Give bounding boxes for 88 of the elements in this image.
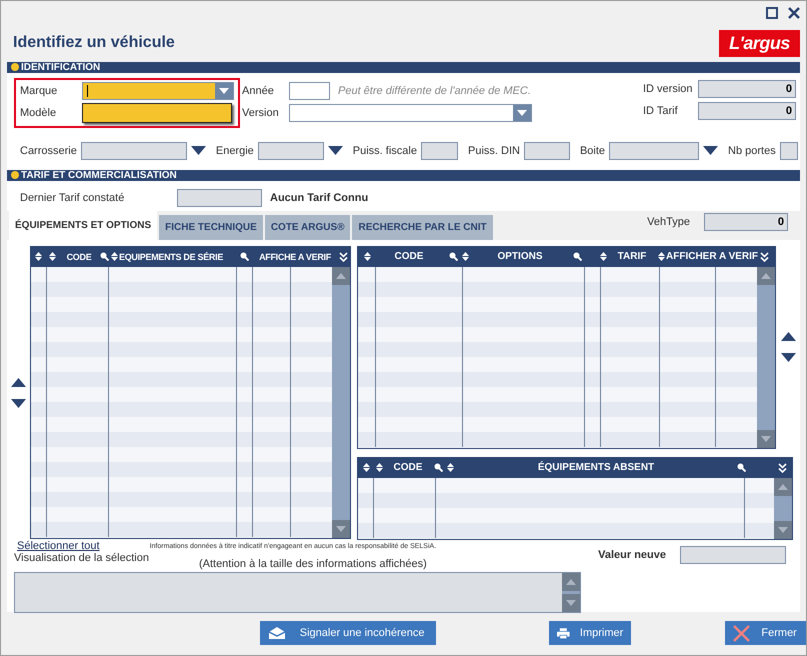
selection-text-area[interactable] bbox=[14, 572, 581, 613]
field-label: Carrosserie bbox=[20, 144, 77, 157]
sort-icon[interactable] bbox=[111, 252, 118, 262]
search-icon[interactable] bbox=[434, 463, 442, 472]
field-label: Valeur neuve bbox=[598, 548, 666, 561]
sort-icon[interactable] bbox=[48, 252, 56, 262]
caret-icon[interactable] bbox=[190, 146, 206, 156]
field-label: Année bbox=[242, 84, 275, 97]
sort-icon[interactable] bbox=[376, 463, 382, 472]
tab[interactable]: ÉQUIPEMENTS ET OPTIONS bbox=[9, 210, 158, 240]
marque-combo[interactable] bbox=[82, 82, 234, 100]
section-title: TARIF ET COMMERCIALISATION bbox=[21, 170, 177, 181]
dot-icon bbox=[11, 63, 19, 72]
field-label: Visualisation de la sélection bbox=[14, 552, 149, 566]
search-icon[interactable] bbox=[240, 252, 249, 262]
sort-icon[interactable] bbox=[364, 252, 370, 262]
input-field[interactable] bbox=[524, 142, 570, 160]
tab[interactable]: COTE ARGUS® bbox=[264, 214, 350, 240]
input-field[interactable] bbox=[780, 142, 798, 160]
column-header[interactable]: AFFICHE A VERIF bbox=[253, 252, 337, 262]
dropdown-field[interactable] bbox=[609, 142, 700, 160]
tab[interactable]: FICHE TECHNIQUE bbox=[159, 214, 263, 240]
select-all-link[interactable]: Sélectionner tout bbox=[17, 540, 100, 552]
report-button[interactable]: Signaler une incohérence bbox=[260, 621, 436, 646]
dropdown-list[interactable] bbox=[82, 102, 232, 123]
search-icon[interactable] bbox=[448, 252, 458, 262]
column-header[interactable]: OPTIONS bbox=[470, 251, 570, 262]
search-icon[interactable] bbox=[572, 252, 582, 262]
move-up-icon[interactable] bbox=[11, 378, 26, 387]
field-label: Nb portes bbox=[728, 144, 776, 157]
caret-icon[interactable] bbox=[328, 146, 343, 156]
column-header[interactable]: AFFICHER A VERIF bbox=[666, 251, 756, 262]
sort-icon[interactable] bbox=[658, 252, 664, 262]
double-chevron-icon[interactable] bbox=[760, 252, 768, 262]
year-field[interactable] bbox=[289, 82, 330, 100]
field-label: VehType bbox=[647, 216, 690, 228]
hint-text: Peut être différente de l'année de MEC. bbox=[338, 84, 531, 97]
print-button[interactable]: Imprimer bbox=[549, 621, 632, 646]
move-down-icon[interactable] bbox=[780, 353, 796, 362]
search-icon[interactable] bbox=[100, 252, 109, 262]
field-label: Marque bbox=[20, 84, 58, 97]
move-up-icon[interactable] bbox=[780, 332, 796, 342]
column-header[interactable]: EQUIPEMENTS DE SÉRIE bbox=[119, 252, 239, 262]
field-label: Puiss. fiscale bbox=[352, 144, 417, 157]
envelope-icon bbox=[268, 626, 286, 640]
printer-icon bbox=[557, 626, 570, 641]
window-title: Identifiez un véhicule bbox=[13, 34, 175, 52]
sort-icon[interactable] bbox=[462, 252, 468, 262]
input-field[interactable] bbox=[420, 142, 458, 160]
vehtype-field: 0 bbox=[704, 213, 788, 232]
version-combo[interactable] bbox=[289, 104, 532, 122]
sort-icon[interactable] bbox=[34, 252, 42, 262]
sort-icon[interactable] bbox=[362, 463, 370, 472]
field-label: Puiss. DIN bbox=[468, 144, 520, 157]
caret-icon[interactable] bbox=[703, 146, 718, 156]
tab[interactable]: RECHERCHE PAR LE CNIT bbox=[352, 214, 493, 240]
close-button[interactable]: Fermer bbox=[725, 621, 806, 646]
column-header[interactable]: CODE bbox=[372, 251, 446, 262]
close-icon bbox=[733, 624, 750, 642]
field-label: Version bbox=[242, 106, 280, 119]
search-icon[interactable] bbox=[736, 463, 746, 472]
column-header[interactable]: CODE bbox=[59, 252, 99, 262]
dot-icon bbox=[11, 171, 19, 180]
tarif-status: Aucun Tarif Connu bbox=[270, 192, 368, 204]
section-title: IDENTIFICATION bbox=[21, 62, 100, 73]
field-label: Modèle bbox=[20, 106, 58, 119]
field-label: Boite bbox=[580, 144, 606, 157]
column-header[interactable]: CODE bbox=[384, 462, 432, 474]
id-tarif-field: 0 bbox=[698, 102, 796, 120]
field-label: Dernier Tarif constaté bbox=[20, 192, 126, 204]
field-label: ID Tarif bbox=[643, 104, 679, 117]
field-label: ID version bbox=[643, 82, 694, 95]
dropdown-field[interactable] bbox=[258, 142, 324, 160]
text-cursor bbox=[87, 84, 88, 97]
note-text: (Attention à la taille des informations affichées) bbox=[198, 558, 427, 570]
sort-icon[interactable] bbox=[446, 463, 454, 472]
close-icon[interactable] bbox=[788, 6, 800, 19]
move-down-icon[interactable] bbox=[11, 398, 26, 408]
logo: L'argus bbox=[719, 30, 800, 57]
double-chevron-icon[interactable] bbox=[339, 252, 348, 262]
double-chevron-icon[interactable] bbox=[778, 462, 786, 473]
id-version-field: 0 bbox=[698, 80, 796, 98]
field-label: Energie bbox=[216, 144, 254, 157]
column-header[interactable]: TARIF bbox=[608, 251, 656, 262]
sort-icon[interactable] bbox=[600, 252, 606, 262]
maximize-icon[interactable] bbox=[766, 6, 778, 19]
dropdown-field[interactable] bbox=[80, 142, 187, 160]
column-header[interactable]: ÉQUIPEMENTS ABSENT bbox=[456, 462, 736, 474]
